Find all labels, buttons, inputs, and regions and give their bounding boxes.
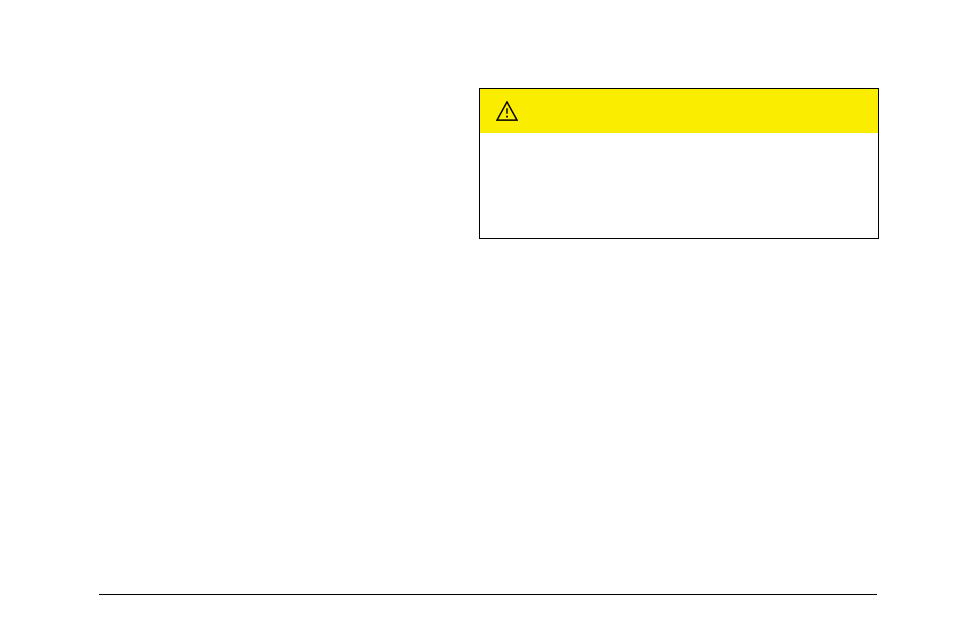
warning-callout [479, 88, 879, 239]
warning-triangle-icon [496, 101, 518, 121]
warning-body [480, 133, 878, 238]
warning-header [480, 89, 878, 133]
page-footer-rule [99, 594, 877, 595]
